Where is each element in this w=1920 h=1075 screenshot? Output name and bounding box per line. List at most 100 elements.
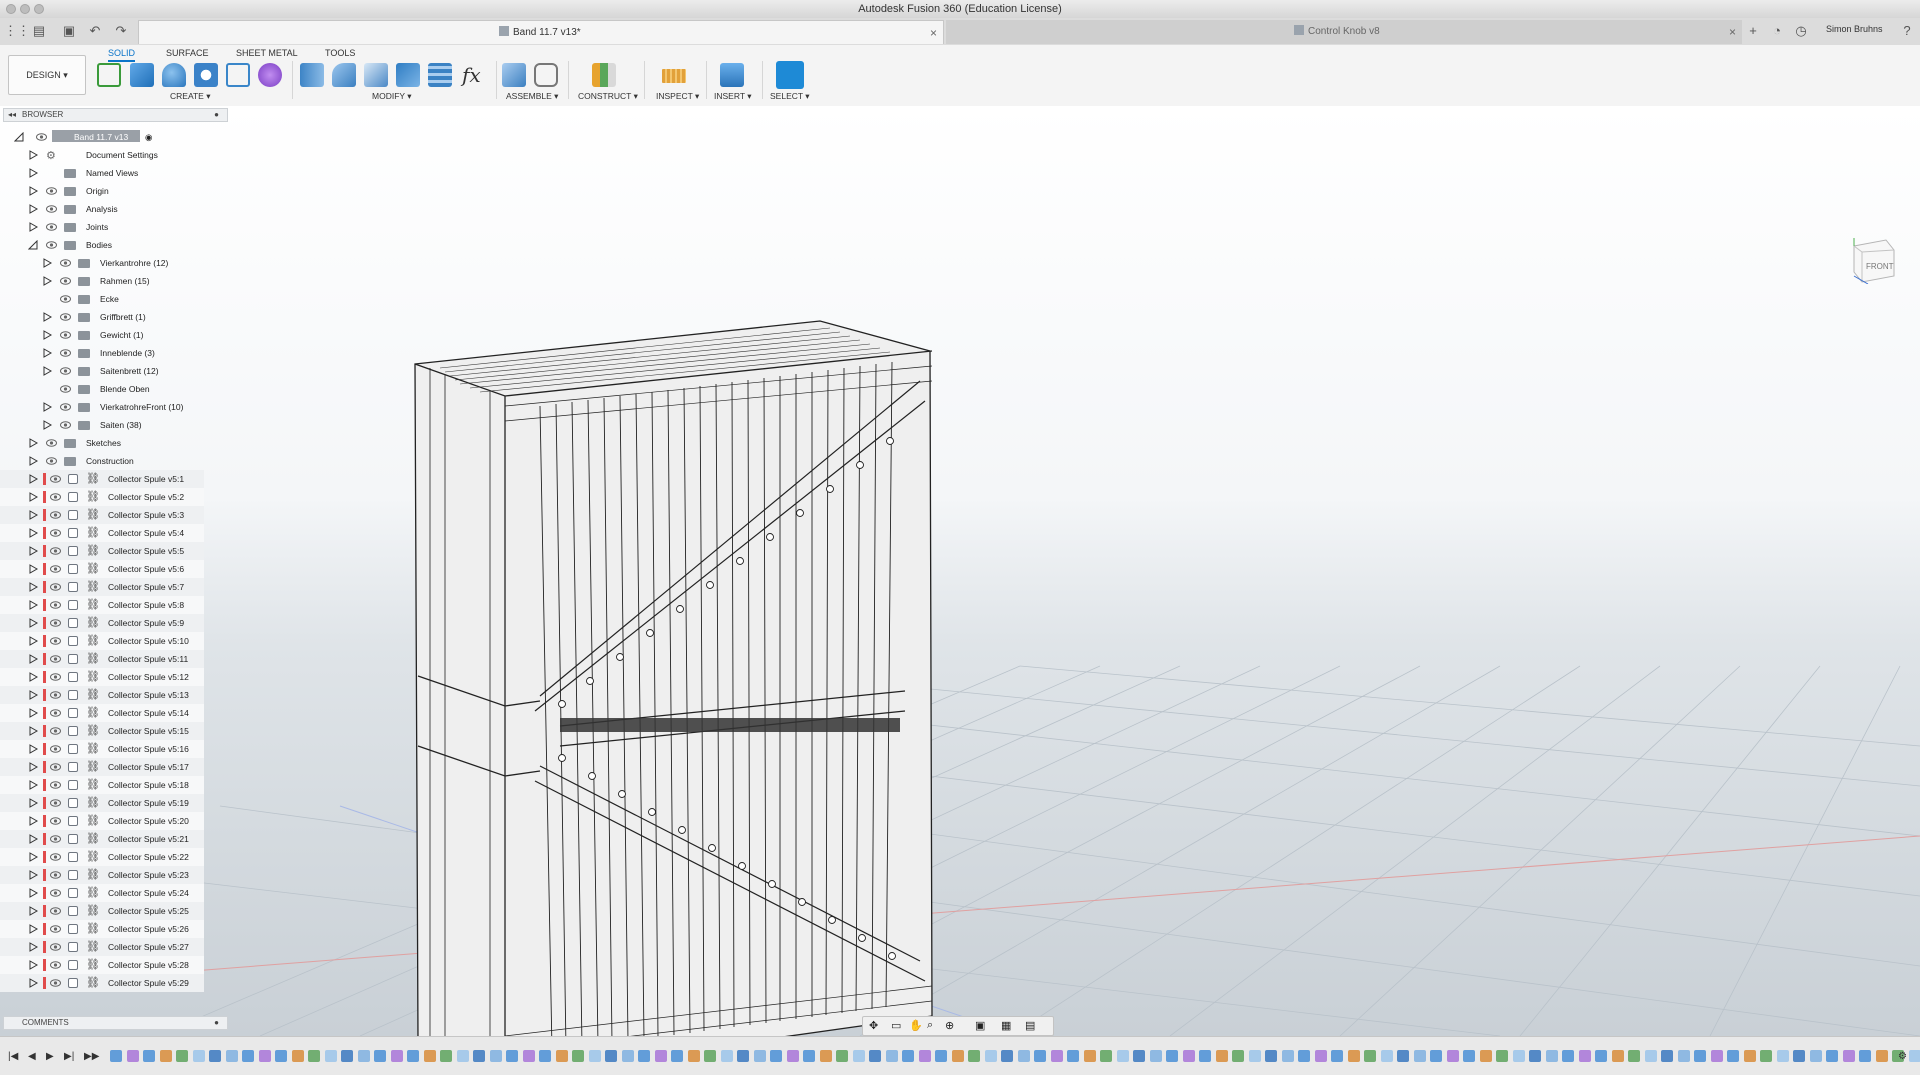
timeline-feature-icon[interactable] <box>160 1050 172 1062</box>
timeline-feature-icon[interactable] <box>1876 1050 1888 1062</box>
visibility-eye-icon[interactable] <box>60 421 71 429</box>
timeline-feature-icon[interactable] <box>572 1050 584 1062</box>
component-item[interactable]: ⛓ Collector Spule v5:12 <box>0 668 204 686</box>
timeline-feature-icon[interactable] <box>374 1050 386 1062</box>
timeline-feature-icon[interactable] <box>1909 1050 1920 1062</box>
expand-triangle-icon[interactable] <box>42 330 52 340</box>
visibility-eye-icon[interactable] <box>46 439 57 447</box>
visibility-eye-icon[interactable] <box>50 907 61 915</box>
visibility-eye-icon[interactable] <box>50 745 61 753</box>
app-grid-icon[interactable]: ⋮⋮ <box>4 22 22 40</box>
timeline-feature-icon[interactable] <box>968 1050 980 1062</box>
collapse-browser-icon[interactable]: ◂◂ <box>8 109 16 121</box>
expand-triangle-icon[interactable] <box>42 402 52 412</box>
component-item[interactable]: ⛓ Collector Spule v5:27 <box>0 938 204 956</box>
grid-settings-icon[interactable]: ▦ <box>1001 1019 1011 1032</box>
timeline-end-icon[interactable]: ▶▶ <box>84 1051 99 1062</box>
expand-triangle-icon[interactable] <box>28 798 38 808</box>
visibility-eye-icon[interactable] <box>50 799 61 807</box>
visibility-eye-icon[interactable] <box>50 511 61 519</box>
expand-triangle-icon[interactable] <box>28 942 38 952</box>
insert-menu[interactable]: INSERT ▾ <box>714 91 752 102</box>
timeline-feature-icon[interactable] <box>1364 1050 1376 1062</box>
timeline-feature-icon[interactable] <box>539 1050 551 1062</box>
timeline-feature-icon[interactable] <box>1282 1050 1294 1062</box>
timeline-feature-icon[interactable] <box>523 1050 535 1062</box>
visibility-eye-icon[interactable] <box>60 403 71 411</box>
expand-triangle-icon[interactable] <box>28 150 38 160</box>
new-tab-icon[interactable]: + <box>1744 22 1762 40</box>
expand-triangle-icon[interactable] <box>28 762 38 772</box>
timeline-feature-icon[interactable] <box>1480 1050 1492 1062</box>
timeline-feature-icon[interactable] <box>1331 1050 1343 1062</box>
timeline-feature-icon[interactable] <box>902 1050 914 1062</box>
modify-menu[interactable]: MODIFY ▾ <box>372 91 412 102</box>
timeline-start-icon[interactable]: |◀ <box>8 1051 18 1062</box>
timeline-feature-icon[interactable] <box>556 1050 568 1062</box>
timeline-feature-icon[interactable] <box>655 1050 667 1062</box>
timeline-feature-icon[interactable] <box>589 1050 601 1062</box>
browser-item[interactable]: Saiten (38) <box>0 416 228 434</box>
timeline-feature-icon[interactable] <box>1562 1050 1574 1062</box>
select-menu[interactable]: SELECT ▾ <box>770 91 810 102</box>
visibility-eye-icon[interactable] <box>50 817 61 825</box>
expand-triangle-icon[interactable] <box>42 312 52 322</box>
expand-triangle-icon[interactable] <box>28 546 38 556</box>
expand-triangle-icon[interactable] <box>28 672 38 682</box>
visibility-eye-icon[interactable] <box>50 853 61 861</box>
expand-triangle-icon[interactable] <box>42 348 52 358</box>
expand-triangle-icon[interactable] <box>28 474 38 484</box>
component-item[interactable]: ⛓ Collector Spule v5:16 <box>0 740 204 758</box>
expand-triangle-icon[interactable] <box>28 834 38 844</box>
expand-triangle-icon[interactable] <box>28 636 38 646</box>
hole-icon[interactable] <box>194 63 218 87</box>
timeline-feature-icon[interactable] <box>193 1050 205 1062</box>
browser-item[interactable]: Rahmen (15) <box>0 272 228 290</box>
combine-icon[interactable] <box>396 63 420 87</box>
timeline-feature-icon[interactable] <box>721 1050 733 1062</box>
timeline-feature-icon[interactable] <box>110 1050 122 1062</box>
timeline-feature-icon[interactable] <box>1777 1050 1789 1062</box>
timeline-feature-icon[interactable] <box>1661 1050 1673 1062</box>
timeline-feature-icon[interactable] <box>1711 1050 1723 1062</box>
browser-item[interactable]: VierkatrohreFront (10) <box>0 398 228 416</box>
visibility-eye-icon[interactable] <box>50 547 61 555</box>
timeline-feature-icon[interactable] <box>836 1050 848 1062</box>
timeline-feature-icon[interactable] <box>1397 1050 1409 1062</box>
component-item[interactable]: ⛓ Collector Spule v5:6 <box>0 560 204 578</box>
expand-triangle-icon[interactable] <box>28 744 38 754</box>
component-item[interactable]: ⛓ Collector Spule v5:1 <box>0 470 204 488</box>
timeline-feature-icon[interactable] <box>1298 1050 1310 1062</box>
visibility-eye-icon[interactable] <box>46 187 57 195</box>
timeline-feature-icon[interactable] <box>1051 1050 1063 1062</box>
user-name[interactable]: Simon Bruhns <box>1826 24 1883 34</box>
notifications-icon[interactable]: ◷ <box>1792 22 1810 40</box>
change-parameters-icon[interactable]: fx <box>462 63 481 87</box>
orbit-icon[interactable]: ✥ <box>869 1019 878 1032</box>
browser-item[interactable]: Named Views <box>0 164 228 182</box>
timeline-feature-icon[interactable] <box>919 1050 931 1062</box>
timeline-feature-icon[interactable] <box>1859 1050 1871 1062</box>
display-settings-icon[interactable]: ▣ <box>975 1019 985 1032</box>
3d-canvas[interactable]: FRONT <box>0 106 1920 1036</box>
expand-triangle-icon[interactable] <box>28 528 38 538</box>
timeline-feature-icon[interactable] <box>1100 1050 1112 1062</box>
tab-solid[interactable]: SOLID <box>108 46 135 62</box>
browser-item[interactable]: Ecke <box>0 290 228 308</box>
activate-radio-icon[interactable]: ◉ <box>145 132 152 143</box>
extrude-icon[interactable] <box>130 63 154 87</box>
timeline-feature-icon[interactable] <box>1793 1050 1805 1062</box>
timeline-feature-icon[interactable] <box>127 1050 139 1062</box>
visibility-eye-icon[interactable] <box>50 619 61 627</box>
visibility-eye-icon[interactable] <box>46 241 57 249</box>
redo-icon[interactable]: ↷ <box>112 22 130 40</box>
visibility-eye-icon[interactable] <box>36 133 47 141</box>
timeline-feature-icon[interactable] <box>1744 1050 1756 1062</box>
component-item[interactable]: ⛓ Collector Spule v5:11 <box>0 650 204 668</box>
timeline-feature-icon[interactable] <box>1414 1050 1426 1062</box>
expand-triangle-icon[interactable] <box>28 924 38 934</box>
visibility-eye-icon[interactable] <box>50 691 61 699</box>
timeline-feature-icon[interactable] <box>1430 1050 1442 1062</box>
visibility-eye-icon[interactable] <box>50 565 61 573</box>
collapse-triangle-icon[interactable] <box>14 132 24 142</box>
